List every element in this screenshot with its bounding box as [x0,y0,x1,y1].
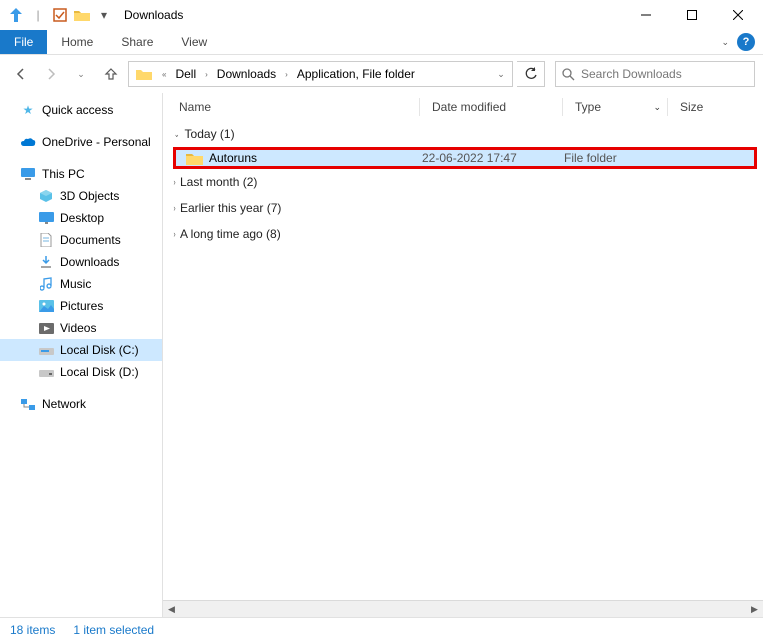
column-headers: Name Date modified Type⌄ Size [163,93,763,121]
window-title: Downloads [124,8,183,22]
pc-icon [20,166,36,182]
group-last-month[interactable]: ›Last month (2) [163,169,763,195]
file-list-pane: Name Date modified Type⌄ Size ⌄Today (1)… [163,93,763,617]
sidebar-item-music[interactable]: Music [0,273,162,295]
navigation-bar: ⌄ « Dell › Downloads › Application, File… [0,55,763,93]
title-bar: | ▾ Downloads [0,0,763,30]
scroll-left-button[interactable]: ◀ [163,601,180,618]
network-icon [20,396,36,412]
up-button[interactable] [98,61,124,87]
back-button[interactable] [8,61,34,87]
sidebar-this-pc[interactable]: This PC [0,163,162,185]
sidebar-network[interactable]: Network [0,393,162,415]
sidebar-item-local-disk-c[interactable]: Local Disk (C:) [0,339,162,361]
file-date: 22-06-2022 17:47 [422,151,564,165]
sidebar-item-documents[interactable]: Documents [0,229,162,251]
download-icon [38,254,54,270]
status-bar: 18 items 1 item selected [0,617,763,641]
expand-icon[interactable]: › [173,203,175,213]
chevron-right-icon[interactable]: › [202,70,211,79]
sidebar-item-3d-objects[interactable]: 3D Objects [0,185,162,207]
sidebar-quick-access[interactable]: ★Quick access [0,99,162,121]
desktop-icon [38,210,54,226]
search-icon [562,68,575,81]
expand-icon[interactable]: › [173,229,175,239]
ribbon-expand-icon[interactable]: ⌄ [721,37,729,48]
sidebar-item-desktop[interactable]: Desktop [0,207,162,229]
selection-count: 1 item selected [73,623,154,637]
breadcrumb-item[interactable]: Downloads [213,67,280,81]
cloud-icon [20,134,36,150]
pictures-icon [38,298,54,314]
minimize-button[interactable] [623,0,669,30]
properties-icon[interactable] [50,5,70,25]
view-tab[interactable]: View [167,30,221,54]
item-count: 18 items [10,623,55,637]
sidebar-onedrive[interactable]: OneDrive - Personal [0,131,162,153]
breadcrumb-item[interactable]: Dell [171,67,200,81]
share-tab[interactable]: Share [107,30,167,54]
refresh-button[interactable] [517,61,545,87]
horizontal-scrollbar[interactable]: ◀ ▶ [163,600,763,617]
videos-icon [38,320,54,336]
close-button[interactable] [715,0,761,30]
drive-icon [38,342,54,358]
drive-icon [38,364,54,380]
content-area: ★Quick access OneDrive - Personal This P… [0,93,763,617]
group-today[interactable]: ⌄Today (1) [163,121,763,147]
home-tab[interactable]: Home [47,30,107,54]
quick-access-toolbar: | ▾ [2,5,118,25]
sidebar-item-downloads[interactable]: Downloads [0,251,162,273]
column-name[interactable]: Name [163,100,419,114]
search-placeholder: Search Downloads [581,67,682,81]
folder-icon [186,152,203,165]
breadcrumb-item[interactable]: Application, File folder [293,67,419,81]
cube-icon [38,188,54,204]
recent-dropdown[interactable]: ⌄ [68,61,94,87]
sidebar-item-local-disk-d[interactable]: Local Disk (D:) [0,361,162,383]
sort-indicator-icon: ⌄ [653,102,661,113]
app-icon [6,5,26,25]
address-dropdown-icon[interactable]: ⌄ [492,69,510,80]
document-icon [38,232,54,248]
search-box[interactable]: Search Downloads [555,61,755,87]
file-list[interactable]: ⌄Today (1) Autoruns 22-06-2022 17:47 Fil… [163,121,763,600]
qat-overflow-icon[interactable]: ▾ [94,5,114,25]
column-date[interactable]: Date modified [420,100,562,114]
file-row-autoruns[interactable]: Autoruns 22-06-2022 17:47 File folder [173,147,757,169]
group-long-ago[interactable]: ›A long time ago (8) [163,221,763,247]
collapse-icon[interactable]: ⌄ [174,129,179,140]
file-tab[interactable]: File [0,30,47,54]
folder-icon [72,5,92,25]
maximize-button[interactable] [669,0,715,30]
expand-icon[interactable]: › [173,177,175,187]
chevron-icon[interactable]: « [159,70,169,79]
address-bar[interactable]: « Dell › Downloads › Application, File f… [128,61,513,87]
folder-small-icon [131,67,157,81]
help-button[interactable]: ? [737,33,755,51]
music-icon [38,276,54,292]
chevron-right-icon[interactable]: › [282,70,291,79]
ribbon-tabs: File Home Share View ⌄ ? [0,30,763,55]
column-type[interactable]: Type⌄ [563,100,667,114]
forward-button[interactable] [38,61,64,87]
navigation-pane: ★Quick access OneDrive - Personal This P… [0,93,163,617]
sidebar-item-pictures[interactable]: Pictures [0,295,162,317]
file-type: File folder [564,151,684,165]
file-name: Autoruns [209,151,257,165]
qat-divider: | [28,5,48,25]
star-icon: ★ [20,102,36,118]
sidebar-item-videos[interactable]: Videos [0,317,162,339]
column-size[interactable]: Size [668,100,763,114]
scroll-right-button[interactable]: ▶ [746,601,763,618]
group-earlier-year[interactable]: ›Earlier this year (7) [163,195,763,221]
window-controls [623,0,761,30]
